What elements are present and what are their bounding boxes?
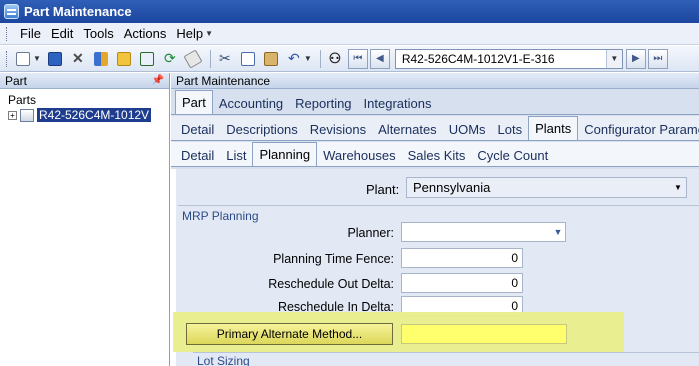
- tab-warehouses[interactable]: Warehouses: [317, 144, 402, 166]
- tab-accounting[interactable]: Accounting: [213, 92, 289, 114]
- reschedule-out-delta-input[interactable]: 0: [401, 273, 523, 293]
- new-dropdown-icon[interactable]: ▼: [33, 54, 41, 63]
- part-tree: Parts + R42-526C4M-1012V: [0, 89, 169, 122]
- plant-combo[interactable]: Pennsylvania ▼: [406, 177, 687, 198]
- planning-time-fence-input[interactable]: 0: [401, 248, 523, 268]
- planning-time-fence-label: Planning Time Fence:: [273, 252, 394, 266]
- tabs-level2: Detail Descriptions Revisions Alternates…: [171, 116, 699, 141]
- delete-icon[interactable]: ✕: [68, 49, 88, 69]
- panel-header: Part Maintenance: [171, 73, 699, 89]
- tree-node-label[interactable]: R42-526C4M-1012V: [37, 108, 152, 122]
- tab-alternates[interactable]: Alternates: [372, 118, 443, 140]
- part-tree-panel: Part 📌 Parts + R42-526C4M-1012V: [0, 73, 170, 366]
- first-record-button[interactable]: ⏮: [347, 48, 368, 69]
- part-tree-title: Part: [5, 73, 28, 88]
- toolbar-separator: [209, 49, 211, 68]
- app-icon: [4, 4, 19, 19]
- lot-sizing-group: Lot Sizing: [193, 352, 699, 366]
- next-record-button[interactable]: ▶: [625, 48, 646, 69]
- part-number-value: R42-526C4M-1012V1-E-316: [401, 51, 555, 66]
- tree-root[interactable]: Parts: [8, 93, 169, 107]
- tab-uoms[interactable]: UOMs: [443, 118, 492, 140]
- menu-overflow-icon[interactable]: ▼: [205, 29, 213, 38]
- plant-label: Plant:: [366, 182, 400, 197]
- part-number-combo[interactable]: R42-526C4M-1012V1-E-316 ▼: [394, 48, 623, 69]
- tab-descriptions[interactable]: Descriptions: [220, 118, 304, 140]
- planner-combo[interactable]: ▼: [401, 222, 566, 242]
- tab-revisions[interactable]: Revisions: [304, 118, 372, 140]
- part-tree-header: Part 📌: [0, 73, 169, 89]
- book-icon[interactable]: [91, 49, 111, 69]
- tabs-level1: Part Accounting Reporting Integrations: [171, 90, 699, 115]
- expand-icon[interactable]: +: [8, 110, 17, 120]
- tab-sales-kits[interactable]: Sales Kits: [402, 144, 472, 166]
- cut-icon[interactable]: ✂: [215, 49, 235, 69]
- tab-detail[interactable]: Detail: [175, 118, 220, 140]
- folder-icon[interactable]: [114, 49, 134, 69]
- tab-plant-detail[interactable]: Detail: [175, 144, 220, 166]
- tab-configurator-parameter[interactable]: Configurator Parameter: [578, 118, 699, 140]
- tab-plants[interactable]: Plants: [528, 116, 579, 140]
- save-icon[interactable]: [45, 49, 65, 69]
- menu-bar: File Edit Tools Actions Help ▼: [0, 23, 699, 45]
- title-bar: Part Maintenance: [0, 0, 699, 23]
- undo-dropdown-icon[interactable]: ▼: [304, 54, 312, 63]
- tabs-level3: Detail List Planning Warehouses Sales Ki…: [171, 142, 699, 167]
- primary-alternate-method-field[interactable]: [401, 324, 567, 344]
- refresh-icon[interactable]: ⟳: [160, 49, 180, 69]
- tab-lots[interactable]: Lots: [492, 118, 529, 140]
- undo-icon[interactable]: ↶: [284, 49, 304, 69]
- primary-alternate-method-button[interactable]: Primary Alternate Method...: [186, 323, 393, 345]
- new-icon[interactable]: [13, 49, 33, 69]
- chevron-down-icon[interactable]: ▼: [670, 183, 686, 192]
- part-icon: [20, 108, 34, 122]
- menu-help[interactable]: Help: [171, 26, 208, 41]
- menu-grip: [6, 26, 9, 41]
- tab-reporting[interactable]: Reporting: [289, 92, 357, 114]
- toolbar-separator-2: [319, 49, 321, 68]
- tab-cycle-count[interactable]: Cycle Count: [471, 144, 554, 166]
- previous-record-button[interactable]: ◀: [369, 48, 390, 69]
- eraser-icon[interactable]: [183, 48, 203, 69]
- chevron-down-icon[interactable]: ▼: [551, 227, 565, 237]
- chevron-down-icon[interactable]: ▼: [605, 49, 622, 68]
- tree-node-part[interactable]: + R42-526C4M-1012V: [8, 108, 169, 122]
- toolbar: ▼ ✕ ⟳ ✂ ↶ ▼ ⚇ ⏮ ◀ R42-526C4M-1012V1-E-31…: [0, 46, 699, 72]
- reschedule-out-delta-label: Reschedule Out Delta:: [268, 277, 394, 291]
- plant-value: Pennsylvania: [413, 180, 491, 195]
- binoculars-icon[interactable]: ⚇: [325, 49, 345, 69]
- tab-integrations[interactable]: Integrations: [358, 92, 438, 114]
- planner-label: Planner:: [347, 226, 394, 240]
- menu-tools[interactable]: Tools: [78, 26, 118, 41]
- menu-edit[interactable]: Edit: [46, 26, 78, 41]
- copy-icon[interactable]: [238, 49, 258, 69]
- window-title: Part Maintenance: [24, 4, 132, 19]
- menu-actions[interactable]: Actions: [119, 26, 172, 41]
- tab-planning[interactable]: Planning: [252, 142, 318, 166]
- paste-icon[interactable]: [261, 49, 281, 69]
- attach-icon[interactable]: [137, 49, 157, 69]
- last-record-button[interactable]: ⏭: [647, 48, 668, 69]
- toolbar-grip: [6, 50, 9, 67]
- tab-list[interactable]: List: [220, 144, 252, 166]
- mrp-planning-title: MRP Planning: [182, 209, 259, 223]
- pin-icon[interactable]: 📌: [152, 75, 164, 86]
- tab-part[interactable]: Part: [175, 90, 213, 114]
- menu-file[interactable]: File: [15, 26, 46, 41]
- lot-sizing-title: Lot Sizing: [197, 354, 250, 366]
